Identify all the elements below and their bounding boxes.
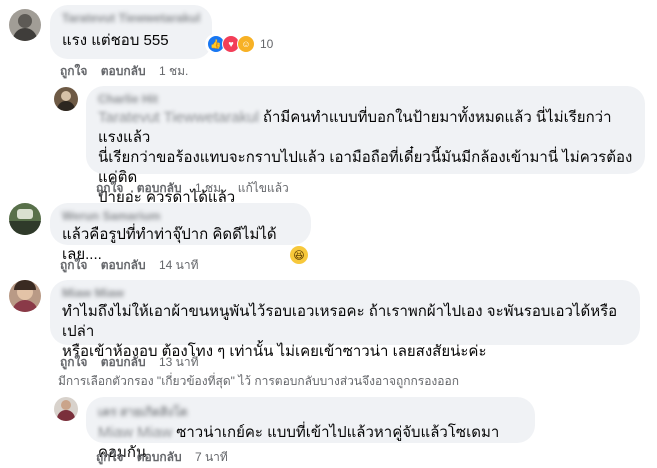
comment-author[interactable]: Taratevut Tiewwetarakul <box>62 11 200 25</box>
comment-bubble: Werun Samarium แล้วคือรูปที่ทำท่าจุ๊ปาก … <box>50 203 311 263</box>
reply-button[interactable]: ตอบกลับ <box>101 62 146 81</box>
comment-text: แรง แต่ชอบ 555 <box>62 32 169 49</box>
timestamp[interactable]: 1 ชม. <box>195 179 224 198</box>
avatar[interactable] <box>9 203 41 235</box>
reply-button[interactable]: ตอบกลับ <box>137 179 182 198</box>
mention-tag[interactable]: Taratevut Tiewwetarakul <box>98 109 259 126</box>
care-icon: ☺ <box>237 35 255 53</box>
comment-bubble: Charlie Hit Taratevut Tiewwetarakul ถ้ามี… <box>86 86 645 206</box>
comment-author[interactable]: เคร สายเกิดสิงโต <box>98 403 523 422</box>
like-button[interactable]: ถูกใจ <box>96 179 123 198</box>
avatar[interactable] <box>54 87 78 111</box>
timestamp[interactable]: 14 นาที <box>159 256 199 275</box>
comment-author[interactable]: Miaw Miaw <box>62 286 628 300</box>
comment-author[interactable]: Werun Samarium <box>62 209 299 223</box>
comment-actions: ถูกใจ ตอบกลับ 1 ชม. <box>60 62 198 81</box>
like-button[interactable]: ถูกใจ <box>60 256 87 275</box>
edited-label[interactable]: แก้ไขแล้ว <box>238 179 289 198</box>
avatar[interactable] <box>9 9 41 41</box>
like-button[interactable]: ถูกใจ <box>96 448 123 467</box>
comment-actions: ถูกใจ ตอบกลับ 1 ชม. แก้ไขแล้ว <box>96 179 295 198</box>
reply-button[interactable]: ตอบกลับ <box>101 256 146 275</box>
reply-button[interactable]: ตอบกลับ <box>137 448 182 467</box>
reaction-count: 10 <box>260 37 274 51</box>
comment-actions: ถูกใจ ตอบกลับ 7 นาที <box>96 448 238 467</box>
comment-author[interactable]: Charlie Hit <box>98 92 633 106</box>
like-button[interactable]: ถูกใจ <box>60 353 87 372</box>
filter-note: มีการเลือกตัวกรอง "เกี่ยวข้องที่สุด" ไว้… <box>58 374 459 388</box>
mention-tag[interactable]: Miaw Miaw <box>98 424 172 441</box>
comment-bubble: Miaw Miaw ทำไมถึงไม่ให้เอาผ้าขนหนูพันไว้… <box>50 280 640 360</box>
comment-bubble: เคร สายเกิดสิงโต Miaw Miaw ซาวน่าเกย์คะ แ… <box>86 397 535 461</box>
comment-actions: ถูกใจ ตอบกลับ 13 นาที <box>60 353 209 372</box>
reaction-summary[interactable]: 👍 ♥ ☺ 10 <box>205 34 276 54</box>
comment-actions: ถูกใจ ตอบกลับ 14 นาที <box>60 256 209 275</box>
avatar[interactable] <box>54 397 78 421</box>
timestamp[interactable]: 13 นาที <box>159 353 199 372</box>
laughing-emoji: 😆 <box>290 246 308 264</box>
reply-button[interactable]: ตอบกลับ <box>101 353 146 372</box>
timestamp[interactable]: 7 นาที <box>195 448 228 467</box>
like-button[interactable]: ถูกใจ <box>60 62 87 81</box>
timestamp[interactable]: 1 ชม. <box>159 62 188 81</box>
avatar[interactable] <box>9 280 41 312</box>
comment-bubble: Taratevut Tiewwetarakul แรง แต่ชอบ 555 <box>50 5 212 59</box>
